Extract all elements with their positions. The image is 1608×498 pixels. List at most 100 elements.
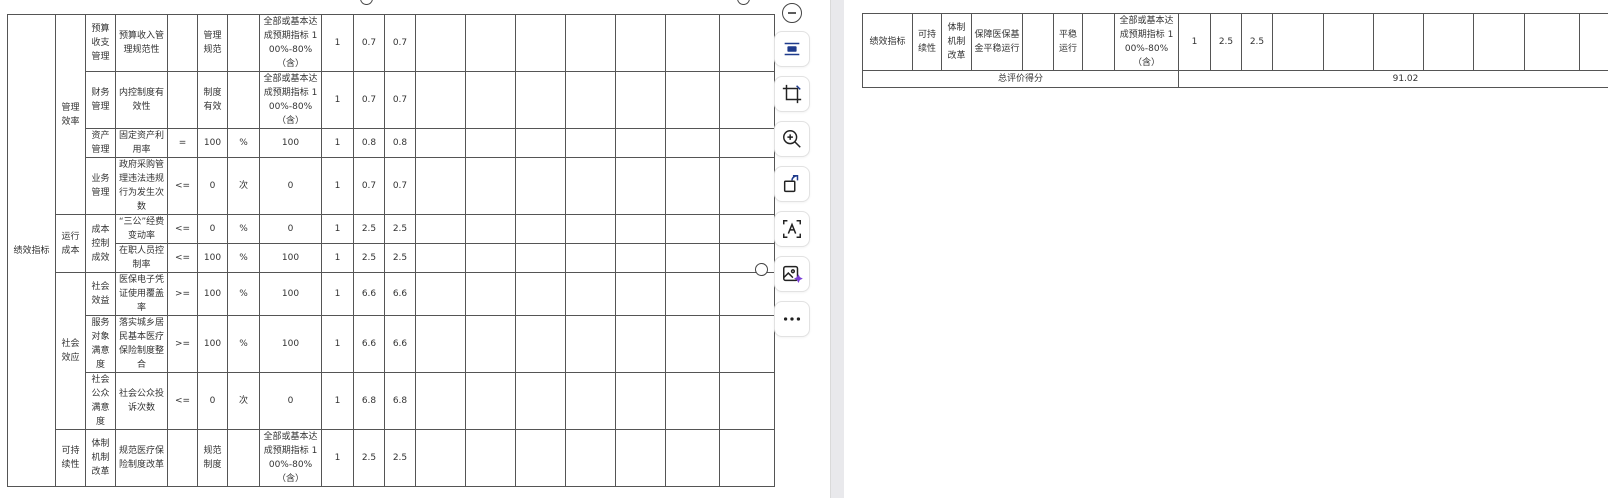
empty-cell bbox=[515, 157, 566, 215]
empty-cell bbox=[415, 157, 466, 215]
empty-cell bbox=[465, 243, 516, 273]
crop-icon bbox=[782, 84, 802, 104]
cell: 0.7 bbox=[384, 157, 416, 215]
table-row: 绩效指标 可持续性 体制机制改革 保障医保基金平稳运行 平稳运行 全部或基本达成… bbox=[862, 13, 1608, 71]
ocr-layout-button[interactable] bbox=[774, 31, 810, 67]
empty-cell bbox=[515, 243, 566, 273]
empty-cell bbox=[665, 272, 720, 316]
cell: 0.7 bbox=[353, 71, 385, 129]
group-cell: 管理效率 bbox=[55, 14, 86, 215]
cell: 0.7 bbox=[384, 71, 416, 129]
empty-cell bbox=[515, 315, 566, 373]
cell: % bbox=[227, 214, 260, 244]
cell: 制度有效 bbox=[197, 71, 228, 129]
selection-handle[interactable] bbox=[755, 263, 768, 276]
crop-button[interactable] bbox=[774, 76, 810, 112]
empty-cell bbox=[565, 214, 616, 244]
selection-handle[interactable] bbox=[737, 0, 750, 5]
rotate-button[interactable] bbox=[774, 166, 810, 202]
empty-cell bbox=[719, 128, 775, 158]
selection-handle[interactable] bbox=[360, 0, 373, 5]
empty-cell bbox=[665, 429, 720, 487]
cell: 2.5 bbox=[1241, 13, 1273, 71]
cell: 1 bbox=[321, 315, 354, 373]
collapse-toolbar-button[interactable] bbox=[782, 3, 802, 23]
more-button[interactable] bbox=[774, 301, 810, 337]
empty-cell bbox=[465, 315, 516, 373]
table-row: 财务管理 内控制度有效性 制度有效 全部或基本达成预期指标 100%-80%（含… bbox=[8, 71, 775, 129]
empty-cell bbox=[665, 14, 720, 72]
cell: 管理规范 bbox=[197, 14, 228, 72]
empty-cell bbox=[719, 14, 775, 72]
cell: = bbox=[167, 128, 198, 158]
empty-cell bbox=[615, 315, 666, 373]
empty-cell bbox=[615, 157, 666, 215]
cell: 次 bbox=[227, 372, 260, 430]
cell: <= bbox=[167, 214, 198, 244]
cell: 平稳运行 bbox=[1053, 13, 1083, 71]
empty-cell bbox=[1473, 13, 1525, 71]
empty-cell bbox=[415, 128, 466, 158]
cell: 100 bbox=[197, 272, 228, 316]
empty-cell bbox=[415, 315, 466, 373]
cell: 内控制度有效性 bbox=[115, 71, 168, 129]
group-cell: 社会效应 bbox=[55, 272, 86, 430]
empty-cell bbox=[665, 214, 720, 244]
empty-cell bbox=[665, 128, 720, 158]
empty-cell bbox=[719, 372, 775, 430]
right-page: 绩效指标 可持续性 体制机制改革 保障医保基金平稳运行 平稳运行 全部或基本达成… bbox=[844, 0, 1608, 498]
table-row: 业务管理 政府采购管理违法违规行为发生次数 <= 0 次 0 1 0.7 0.7 bbox=[8, 157, 775, 215]
empty-cell bbox=[565, 429, 616, 487]
empty-cell bbox=[515, 14, 566, 72]
cell: 2.5 bbox=[1210, 13, 1242, 71]
cell: 落实城乡居民基本医疗保险制度整合 bbox=[115, 315, 168, 373]
cell: 1 bbox=[321, 214, 354, 244]
empty-cell bbox=[719, 429, 775, 487]
zoom-in-button[interactable] bbox=[774, 121, 810, 157]
table-row: 在职人员控制率 <= 100 % 100 1 2.5 2.5 bbox=[8, 243, 775, 273]
cell: 6.6 bbox=[353, 272, 385, 316]
cell: 2.5 bbox=[384, 243, 416, 273]
cell: 100 bbox=[259, 272, 322, 316]
empty-cell bbox=[515, 429, 566, 487]
cell: 全部或基本达成预期指标 100%-80%（含） bbox=[1114, 13, 1179, 71]
cell: 2.5 bbox=[353, 214, 385, 244]
empty-cell bbox=[615, 372, 666, 430]
cell: 社会效益 bbox=[85, 272, 116, 316]
cell: 预算收入管理规范性 bbox=[115, 14, 168, 72]
empty-cell bbox=[515, 372, 566, 430]
cell: 医保电子凭证使用覆盖率 bbox=[115, 272, 168, 316]
empty-cell bbox=[1579, 13, 1608, 71]
cell: 6.8 bbox=[353, 372, 385, 430]
cell: 预算收支管理 bbox=[85, 14, 116, 72]
cell: 6.6 bbox=[384, 315, 416, 373]
cell: 2.5 bbox=[384, 429, 416, 487]
text-recognize-button[interactable] bbox=[774, 211, 810, 247]
total-row: 总评价得分 91.02 bbox=[862, 70, 1608, 88]
cell: 0 bbox=[197, 214, 228, 244]
cell: 1 bbox=[321, 14, 354, 72]
empty-cell bbox=[565, 128, 616, 158]
cell: 6.8 bbox=[384, 372, 416, 430]
ai-image-button[interactable] bbox=[774, 256, 810, 292]
cell: 财务管理 bbox=[85, 71, 116, 129]
empty-cell bbox=[665, 315, 720, 373]
empty-cell bbox=[465, 71, 516, 129]
empty-cell bbox=[415, 429, 466, 487]
cell: 100 bbox=[259, 128, 322, 158]
empty-cell bbox=[465, 372, 516, 430]
cell bbox=[167, 14, 198, 72]
cell bbox=[1022, 13, 1054, 71]
performance-table-right: 绩效指标 可持续性 体制机制改革 保障医保基金平稳运行 平稳运行 全部或基本达成… bbox=[862, 13, 1608, 88]
empty-cell bbox=[665, 372, 720, 430]
cell: 1 bbox=[321, 372, 354, 430]
empty-cell bbox=[615, 429, 666, 487]
empty-cell bbox=[515, 272, 566, 316]
empty-cell bbox=[465, 128, 516, 158]
empty-cell bbox=[1323, 13, 1374, 71]
cell: 服务对象满意度 bbox=[85, 315, 116, 373]
cell bbox=[1082, 13, 1115, 71]
table-row: 可持续性 体制机制改革 规范医疗保险制度改革 规范制度 全部或基本达成预期指标 … bbox=[8, 429, 775, 487]
cell: 100 bbox=[259, 315, 322, 373]
rotate-icon bbox=[783, 175, 799, 193]
